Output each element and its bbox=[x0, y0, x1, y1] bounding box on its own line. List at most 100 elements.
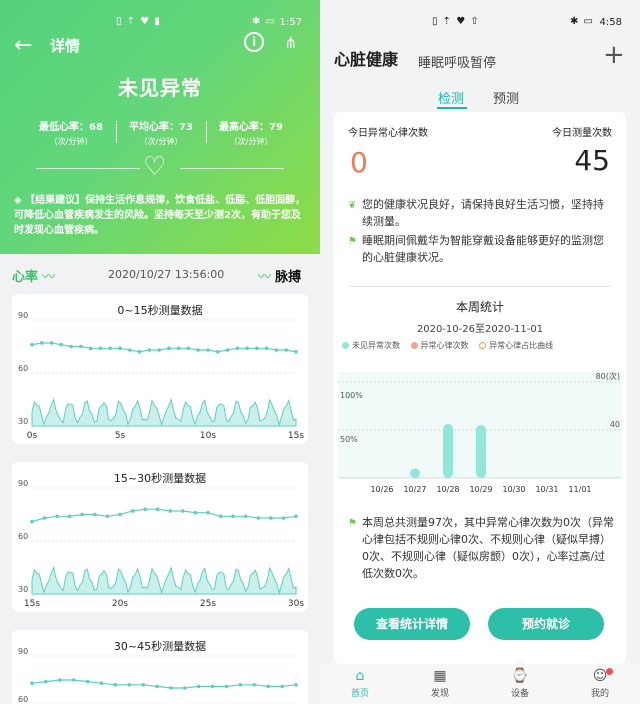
heart-rate-point bbox=[113, 683, 118, 687]
x-tick-label: 0s bbox=[27, 431, 38, 441]
heart-rate-point bbox=[137, 350, 142, 354]
x-tick-label: 15s bbox=[24, 599, 40, 609]
heart-rate-point bbox=[108, 346, 113, 351]
share-icon[interactable]: ⋔ bbox=[284, 33, 297, 52]
total-count-label: 今日测量次数 bbox=[552, 128, 612, 139]
x-tick-label: 11/01 bbox=[568, 485, 591, 494]
y-tick-label: 60 bbox=[18, 532, 28, 541]
heart-rate-legend: 心率 〰 bbox=[12, 266, 55, 285]
x-tick-label: 10/30 bbox=[502, 485, 525, 494]
x-tick-label: 25s bbox=[200, 599, 216, 609]
y-left-tick-label: 50% bbox=[340, 435, 358, 444]
status-icons: ▯ ⇡ ♥ ⇧ bbox=[432, 16, 480, 27]
page-title[interactable]: 心脏健康 bbox=[334, 46, 398, 70]
max-hr-unit: （次/分钟） bbox=[229, 137, 273, 146]
heart-rate-point bbox=[67, 514, 72, 519]
heart-rate-point bbox=[55, 514, 59, 519]
measurement-card-1: 0~15秒测量数据 90 60 30 0s 5s 10s 15s bbox=[12, 294, 308, 444]
plus-icon[interactable]: + bbox=[603, 40, 625, 70]
y-tick-label: 60 bbox=[18, 364, 28, 373]
advice-text: ◈ 【结果建议】保持生活作息规律，饮食低盐、低脂、低胆固醇，可降低心血管疾病发生… bbox=[14, 193, 306, 238]
heart-rate-line bbox=[31, 508, 297, 523]
home-icon: ⌂ bbox=[355, 668, 365, 684]
x-tick-label: 10/27 bbox=[403, 485, 426, 494]
heart-rate-point bbox=[157, 348, 161, 352]
abnormal-count-label: 今日异常心律次数 bbox=[348, 128, 428, 139]
nav-discover[interactable]: ▦ 发现 bbox=[410, 666, 470, 699]
heart-rate-point bbox=[44, 679, 48, 684]
nav-profile-label: 我的 bbox=[590, 689, 609, 699]
arrow-left-icon[interactable]: ← bbox=[14, 33, 32, 58]
heart-rate-point bbox=[280, 684, 284, 689]
legend-ratio-swatch bbox=[479, 342, 487, 349]
heart-rate-point bbox=[231, 514, 235, 519]
nav-home[interactable]: ⌂ 首页 bbox=[330, 666, 390, 699]
nav-discover-label: 发现 bbox=[430, 689, 449, 699]
status-time: 1:57 bbox=[279, 17, 302, 28]
heart-rate-point bbox=[69, 344, 73, 349]
heart-rate-point bbox=[266, 684, 271, 689]
heart-rate-point bbox=[238, 683, 243, 687]
avg-hr-unit: （次/分钟） bbox=[139, 137, 183, 146]
bar-normal bbox=[410, 468, 420, 478]
leaf-icon: ❦ bbox=[348, 200, 357, 211]
flag-icon: ⚑ bbox=[348, 236, 357, 247]
heart-rate-point bbox=[39, 341, 44, 345]
weekly-bar-chart: 80(次) 40 100% 50% 10/26 10/27 10/28 10/29 10/30 1… bbox=[338, 371, 622, 494]
heart-rate-point bbox=[130, 509, 135, 513]
heart-rate-point bbox=[196, 348, 201, 352]
status-bar: ▯ ⇡ ♥ ⇧ ✱ ▭ 4:58 bbox=[320, 0, 640, 34]
heart-health-card: 今日异常心律次数 今日测量次数 0 45 ❦ 您的健康状况良好，请保持良好生活习… bbox=[334, 112, 626, 664]
health-message: 您的健康状况良好，请保持良好生活习惯，坚持持续测量。 bbox=[362, 198, 604, 228]
nav-device[interactable]: ⌚ 设备 bbox=[490, 666, 550, 699]
sleep-apnea-tab[interactable]: 睡眠呼吸暂停 bbox=[418, 52, 496, 71]
heart-rate-point bbox=[42, 516, 47, 520]
heart-rate-point bbox=[294, 683, 298, 687]
result-text: 未见异常 bbox=[118, 76, 202, 100]
x-tick-label: 10/26 bbox=[370, 485, 393, 494]
measurement-card-2: 15~30秒测量数据 90 60 30 15s 20s 25s 30s bbox=[12, 462, 308, 612]
heart-rate-point bbox=[147, 348, 152, 352]
heart-rate-point bbox=[57, 678, 62, 682]
weekly-stats-title: 本周统计 bbox=[455, 300, 504, 314]
divider bbox=[36, 168, 140, 169]
tab-predict[interactable]: 预测 bbox=[493, 88, 519, 107]
x-tick-label: 10/29 bbox=[469, 485, 492, 494]
heart-rate-point bbox=[274, 348, 279, 352]
y-tick-label: 30 bbox=[18, 417, 28, 426]
heart-rate-point bbox=[206, 348, 210, 352]
heart-rate-point bbox=[206, 510, 210, 515]
appointment-button[interactable]: 预约就诊 bbox=[488, 608, 604, 640]
info-icon[interactable]: i bbox=[244, 32, 264, 52]
heart-health-screen: ▯ ⇡ ♥ ⇧ ✱ ▭ 4:58 心脏健康 睡眠呼吸暂停 + 检测 预测 今日异… bbox=[320, 0, 640, 704]
heart-rate-point bbox=[143, 507, 147, 511]
x-tick-label: 15s bbox=[288, 431, 304, 441]
tab-detect[interactable]: 检测 bbox=[438, 88, 464, 107]
nav-device-label: 设备 bbox=[510, 689, 529, 699]
view-stats-button[interactable]: 查看统计详情 bbox=[354, 608, 470, 640]
heart-rate-point bbox=[141, 683, 145, 687]
tab-indicator bbox=[437, 107, 467, 109]
y-right-tick-label: 80(次) bbox=[596, 371, 620, 381]
heart-rate-point bbox=[183, 686, 187, 690]
watch-icon: ⌚ bbox=[511, 668, 529, 684]
legend-normal-label: 未见异常次数 bbox=[352, 341, 400, 350]
heart-rate-point bbox=[30, 519, 34, 524]
status-right-icons: ✱ ▭ bbox=[252, 16, 277, 27]
nav-profile[interactable]: ☺ 我的 bbox=[570, 666, 630, 699]
pulse-waveform bbox=[31, 397, 297, 427]
bottom-nav: ⌂ 首页 ▦ 发现 ⌚ 设备 ☺ 我的 bbox=[320, 664, 640, 704]
ecg-chart-2: 90 60 30 15s 20s 25s 30s bbox=[18, 479, 304, 609]
heart-rate-point bbox=[243, 514, 248, 519]
bar-normal bbox=[443, 424, 453, 478]
divider bbox=[348, 286, 612, 287]
min-hr-label: 最低心率：68 bbox=[39, 122, 103, 133]
ecg-chart-3: 90 60 bbox=[18, 647, 298, 704]
nav-home-label: 首页 bbox=[350, 689, 369, 699]
heart-rate-point bbox=[235, 346, 240, 351]
heart-pulse-icon: ♡ bbox=[143, 152, 167, 182]
max-hr-label: 最高心率：79 bbox=[219, 122, 283, 133]
status-time: 4:58 bbox=[599, 17, 622, 28]
avg-heart-rate: 平均心率：73 （次/分钟） bbox=[120, 118, 202, 147]
heart-rate-point bbox=[245, 346, 249, 351]
